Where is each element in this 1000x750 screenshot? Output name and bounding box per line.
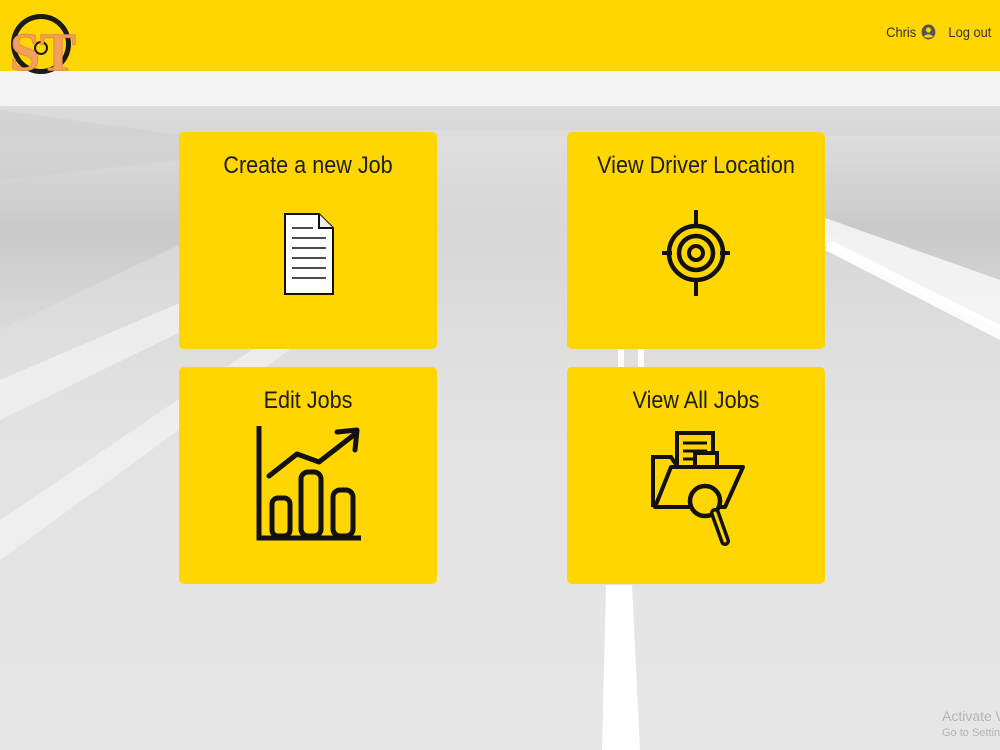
folder-search-icon bbox=[649, 429, 749, 554]
logout-link[interactable]: Log out bbox=[948, 24, 991, 40]
create-job-card[interactable]: Create a new Job bbox=[179, 132, 437, 349]
activation-watermark: Activate W Go to Settin bbox=[942, 708, 1000, 739]
logo-lettering: ST bbox=[10, 22, 76, 82]
account-circle-icon[interactable] bbox=[920, 24, 935, 40]
document-icon bbox=[283, 212, 335, 301]
app-logo[interactable]: ST bbox=[7, 4, 77, 83]
bar-chart-trend-icon bbox=[255, 424, 365, 549]
view-driver-location-title: View Driver Location bbox=[597, 152, 795, 179]
create-job-title: Create a new Job bbox=[223, 152, 393, 179]
view-all-jobs-title: View All Jobs bbox=[632, 387, 760, 414]
view-all-jobs-card[interactable]: View All Jobs bbox=[567, 367, 825, 584]
watermark-line-1: Activate W bbox=[942, 708, 1000, 724]
road-background bbox=[0, 0, 1000, 750]
edit-jobs-card[interactable]: Edit Jobs bbox=[179, 367, 437, 584]
user-name[interactable]: Chris bbox=[886, 24, 916, 40]
edit-jobs-title: Edit Jobs bbox=[263, 387, 353, 414]
watermark-line-2: Go to Settin bbox=[942, 727, 1000, 739]
view-driver-location-card[interactable]: View Driver Location bbox=[567, 132, 825, 349]
top-header-bar: ST Chris Log out bbox=[0, 0, 1000, 83]
user-menu: Chris Log out bbox=[886, 22, 991, 42]
target-crosshair-icon bbox=[660, 208, 732, 305]
